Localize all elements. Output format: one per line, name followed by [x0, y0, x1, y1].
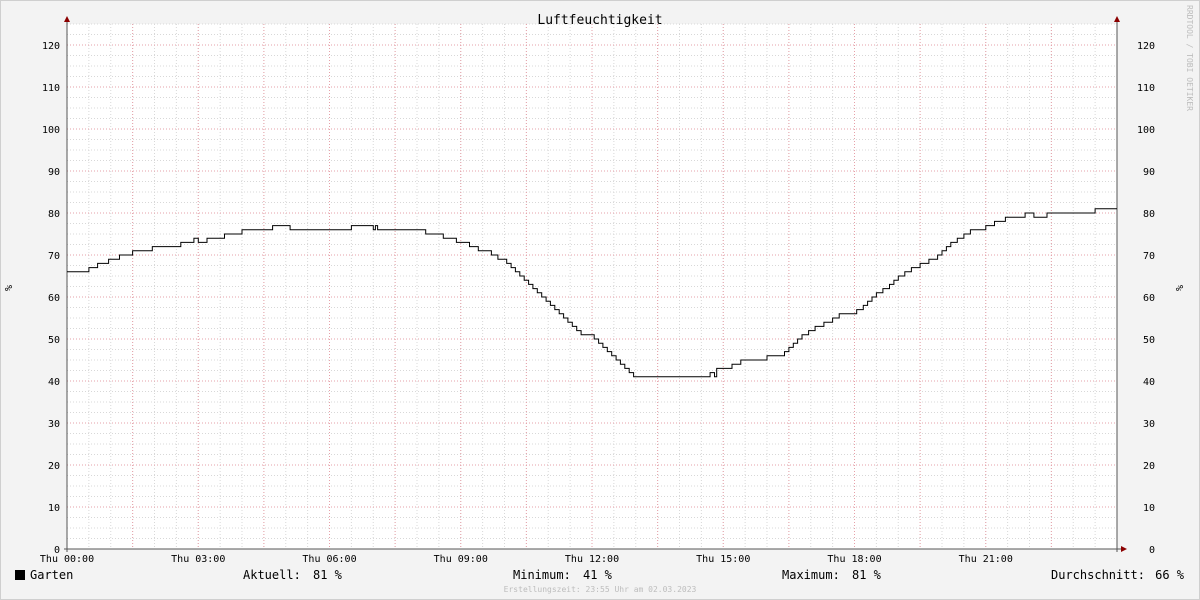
y-tick-label-right: 50 [1143, 335, 1155, 346]
legend-aktuell-label: Aktuell: [243, 568, 301, 582]
y-tick-label-left: 110 [42, 83, 60, 94]
y-tick-label-right: 80 [1143, 209, 1155, 220]
y-tick-label-left: 10 [48, 503, 60, 514]
y-tick-label-left: 70 [48, 251, 60, 262]
x-tick-label: Thu 03:00 [171, 554, 225, 565]
y-tick-label-left: 100 [42, 125, 60, 136]
watermark: RRDTOOL / TOBI OETIKER [1185, 5, 1194, 111]
x-tick-label: Thu 09:00 [434, 554, 488, 565]
legend-durchschnitt-label: Durchschnitt: [1051, 568, 1145, 582]
legend-aktuell-value: 81 % [313, 568, 343, 582]
x-tick-label: Thu 00:00 [40, 554, 94, 565]
legend-series-name: Garten [30, 568, 73, 582]
y-tick-label-right: 10 [1143, 503, 1155, 514]
y-tick-label-right: 60 [1143, 293, 1155, 304]
legend-maximum-value: 81 % [852, 568, 882, 582]
legend-color-swatch [15, 570, 25, 580]
y-tick-label-right: 40 [1143, 377, 1155, 388]
y-tick-label-right: 20 [1143, 461, 1155, 472]
y-tick-label-right: 100 [1137, 125, 1155, 136]
legend-maximum-label: Maximum: [782, 568, 840, 582]
y-tick-label-left: 60 [48, 293, 60, 304]
chart: 0102030405060708090100110120 01020304050… [0, 0, 1200, 600]
y-tick-label-right: 0 [1149, 545, 1155, 556]
x-tick-label: Thu 06:00 [302, 554, 356, 565]
x-tick-label: Thu 21:00 [959, 554, 1013, 565]
x-tick-label: Thu 18:00 [827, 554, 881, 565]
y-tick-label-left: 30 [48, 419, 60, 430]
x-tick-label: Thu 12:00 [565, 554, 619, 565]
y-tick-label-right: 120 [1137, 41, 1155, 52]
y-tick-label-right: 110 [1137, 83, 1155, 94]
legend-minimum-value: 41 % [583, 568, 613, 582]
y-axis-label-right: % [1173, 285, 1184, 291]
y-tick-label-right: 90 [1143, 167, 1155, 178]
legend-minimum-label: Minimum: [513, 568, 571, 582]
y-tick-label-left: 90 [48, 167, 60, 178]
x-tick-label: Thu 15:00 [696, 554, 750, 565]
y-tick-label-left: 80 [48, 209, 60, 220]
y-tick-label-left: 50 [48, 335, 60, 346]
y-tick-label-right: 30 [1143, 419, 1155, 430]
y-tick-label-left: 20 [48, 461, 60, 472]
footer-created: Erstellungszeit: 23:55 Uhr am 02.03.2023 [504, 585, 697, 594]
chart-title: Luftfeuchtigkeit [537, 13, 662, 28]
y-tick-label-right: 70 [1143, 251, 1155, 262]
y-axis-label-left: % [4, 285, 15, 291]
y-tick-label-left: 40 [48, 377, 60, 388]
legend-durchschnitt-value: 66 % [1155, 568, 1185, 582]
y-tick-label-left: 120 [42, 41, 60, 52]
